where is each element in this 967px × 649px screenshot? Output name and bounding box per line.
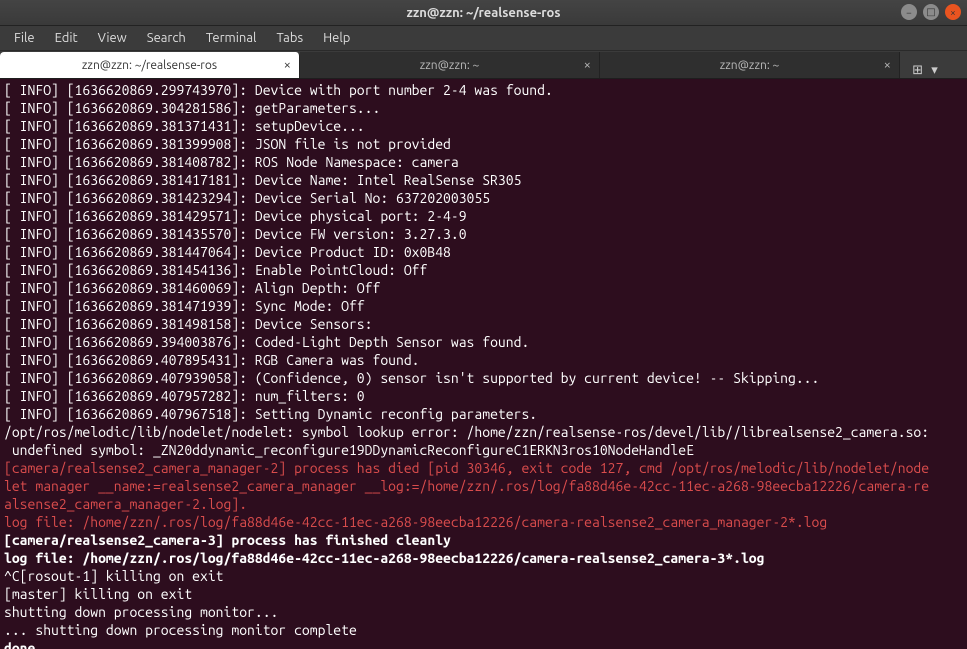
terminal-line: [ INFO] [1636620869.381429571]: Device p…: [4, 207, 963, 225]
terminal-line: [ INFO] [1636620869.381498158]: Device S…: [4, 315, 963, 333]
terminal-line: [ INFO] [1636620869.407895431]: RGB Came…: [4, 351, 963, 369]
tab-close-icon[interactable]: ×: [884, 58, 891, 72]
maximize-icon: □: [926, 6, 935, 18]
tab-bar: zzn@zzn: ~/realsense-ros × zzn@zzn: ~ × …: [0, 51, 967, 79]
menu-tabs[interactable]: Tabs: [268, 28, 311, 48]
terminal-line: [ INFO] [1636620869.381471939]: Sync Mod…: [4, 297, 963, 315]
tab-close-icon[interactable]: ×: [284, 58, 291, 72]
menu-edit[interactable]: Edit: [47, 28, 86, 48]
terminal-line: [ INFO] [1636620869.381454136]: Enable P…: [4, 261, 963, 279]
terminal-line: let manager __name:=realsense2_camera_ma…: [4, 477, 963, 495]
terminal-line: [ INFO] [1636620869.381417181]: Device N…: [4, 171, 963, 189]
tab-label: zzn@zzn: ~: [420, 59, 480, 72]
close-button[interactable]: ×: [945, 4, 961, 20]
window-title: zzn@zzn: ~/realsense-ros: [406, 6, 560, 20]
maximize-button[interactable]: □: [923, 4, 939, 20]
terminal-line: done: [4, 639, 963, 649]
tab-menu-icon[interactable]: ▾: [931, 63, 938, 78]
menu-bar: File Edit View Search Terminal Tabs Help: [0, 26, 967, 51]
terminal-line: [ INFO] [1636620869.381371431]: setupDev…: [4, 117, 963, 135]
terminal-line: [camera/realsense2_camera_manager-2] pro…: [4, 459, 963, 477]
terminal-line: [camera/realsense2_camera-3] process has…: [4, 531, 963, 549]
terminal-line: [ INFO] [1636620869.394003876]: Coded-Li…: [4, 333, 963, 351]
terminal-line: [ INFO] [1636620869.304281586]: getParam…: [4, 99, 963, 117]
minimize-icon: −: [906, 7, 912, 18]
terminal-line: [ INFO] [1636620869.381460069]: Align De…: [4, 279, 963, 297]
close-icon: ×: [950, 7, 956, 18]
tab-1[interactable]: zzn@zzn: ~/realsense-ros ×: [0, 52, 300, 78]
tab-2[interactable]: zzn@zzn: ~ ×: [300, 52, 600, 78]
tab-close-icon[interactable]: ×: [584, 58, 591, 72]
terminal-line: log file: /home/zzn/.ros/log/fa88d46e-42…: [4, 513, 963, 531]
menu-search[interactable]: Search: [139, 28, 194, 48]
tab-label: zzn@zzn: ~: [720, 59, 780, 72]
minimize-button[interactable]: −: [901, 4, 917, 20]
terminal-line: [ INFO] [1636620869.381447064]: Device P…: [4, 243, 963, 261]
terminal-output[interactable]: [ INFO] [1636620869.299743970]: Device w…: [0, 79, 967, 649]
terminal-line: [ INFO] [1636620869.407939058]: (Confide…: [4, 369, 963, 387]
terminal-line: ^C[rosout-1] killing on exit: [4, 567, 963, 585]
tab-extras: ⊞ ▾: [900, 63, 950, 78]
terminal-line: alsense2_camera_manager-2.log].: [4, 495, 963, 513]
terminal-line: undefined symbol: _ZN20ddynamic_reconfig…: [4, 441, 963, 459]
tab-3[interactable]: zzn@zzn: ~ ×: [600, 52, 900, 78]
menu-file[interactable]: File: [6, 28, 43, 48]
terminal-line: [ INFO] [1636620869.381408782]: ROS Node…: [4, 153, 963, 171]
terminal-line: ... shutting down processing monitor com…: [4, 621, 963, 639]
terminal-line: [ INFO] [1636620869.381423294]: Device S…: [4, 189, 963, 207]
menu-help[interactable]: Help: [315, 28, 358, 48]
terminal-line: /opt/ros/melodic/lib/nodelet/nodelet: sy…: [4, 423, 963, 441]
terminal-line: [ INFO] [1636620869.381435570]: Device F…: [4, 225, 963, 243]
terminal-line: [ INFO] [1636620869.299743970]: Device w…: [4, 81, 963, 99]
terminal-line: [ INFO] [1636620869.407967518]: Setting …: [4, 405, 963, 423]
terminal-line: [ INFO] [1636620869.407957282]: num_filt…: [4, 387, 963, 405]
menu-view[interactable]: View: [90, 28, 135, 48]
menu-terminal[interactable]: Terminal: [198, 28, 265, 48]
terminal-line: [ INFO] [1636620869.381399908]: JSON fil…: [4, 135, 963, 153]
window-controls: − □ ×: [901, 4, 961, 20]
terminal-line: log file: /home/zzn/.ros/log/fa88d46e-42…: [4, 549, 963, 567]
tab-label: zzn@zzn: ~/realsense-ros: [82, 59, 217, 72]
new-tab-icon[interactable]: ⊞: [912, 63, 923, 78]
terminal-line: [master] killing on exit: [4, 585, 963, 603]
terminal-line: shutting down processing monitor...: [4, 603, 963, 621]
window-titlebar: zzn@zzn: ~/realsense-ros − □ ×: [0, 0, 967, 26]
